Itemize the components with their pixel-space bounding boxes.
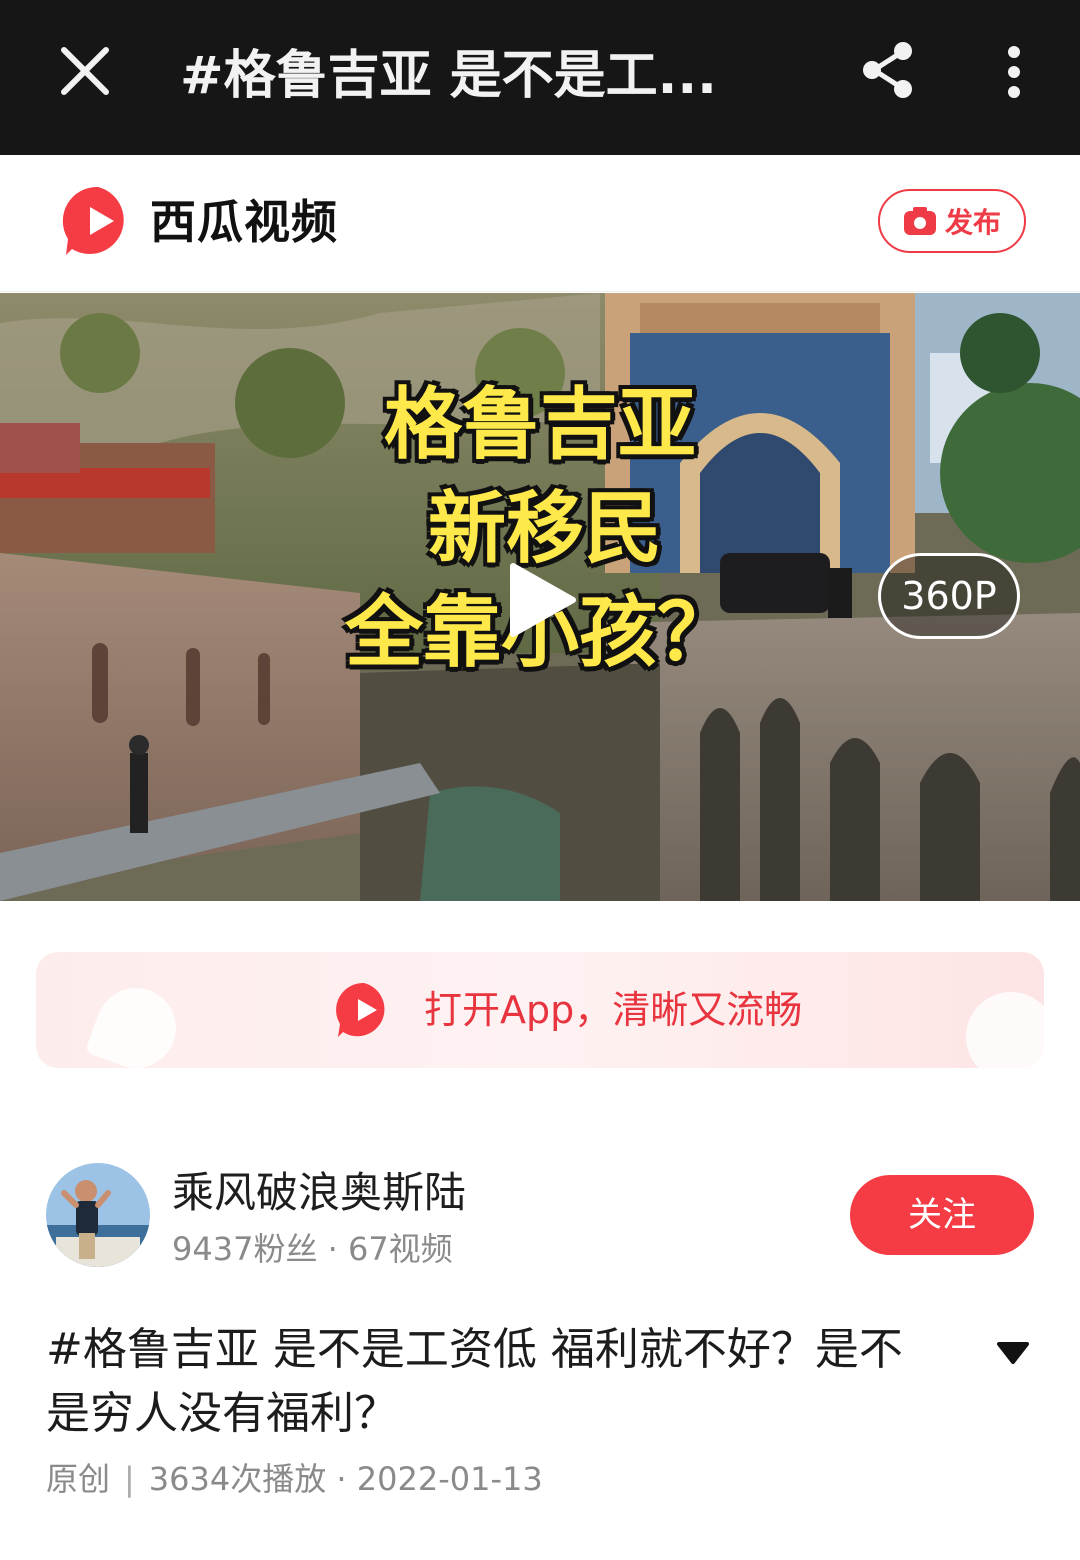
open-app-banner[interactable]: 打开App，清晰又流畅	[36, 952, 1044, 1068]
more-vertical-icon[interactable]	[996, 44, 1032, 100]
close-icon[interactable]	[58, 44, 112, 98]
brand-name: 西瓜视频	[150, 195, 338, 249]
xigua-logo-icon	[62, 186, 124, 255]
brand-header: 西瓜视频 发布	[0, 155, 1080, 292]
page-title: #格鲁吉亚 是不是工...	[180, 46, 717, 106]
camera-icon	[903, 207, 936, 235]
publish-button[interactable]: 发布	[878, 189, 1026, 253]
video-description: #格鲁吉亚 是不是工资低 福利就不好？是不是穷人没有福利？	[46, 1324, 903, 1439]
play-icon[interactable]	[505, 562, 577, 638]
xigua-logo-icon	[336, 982, 385, 1037]
avatar[interactable]	[46, 1163, 150, 1267]
video-meta: 原创 | 3634次播放 · 2022-01-13	[46, 1454, 543, 1504]
author-name[interactable]: 乘风破浪奥斯陆	[172, 1165, 466, 1221]
open-app-text: 打开App，清晰又流畅	[424, 988, 803, 1032]
author-stats: 9437粉丝 · 67视频	[172, 1230, 453, 1268]
share-icon[interactable]	[858, 40, 916, 100]
banner-decoration	[958, 984, 1044, 1068]
follow-button[interactable]: 关注	[850, 1175, 1034, 1255]
publish-label: 发布	[944, 206, 1001, 239]
caret-down-icon[interactable]	[996, 1340, 1030, 1366]
banner-decoration	[84, 976, 188, 1068]
quality-selector[interactable]: 360P	[878, 553, 1020, 639]
top-bar: #格鲁吉亚 是不是工...	[0, 0, 1080, 155]
overlay-line-1: 格鲁吉亚	[383, 380, 696, 470]
original-label: 原创	[46, 1460, 111, 1498]
meta-separator: |	[124, 1460, 135, 1498]
plays-and-date: 3634次播放 · 2022-01-13	[148, 1460, 543, 1498]
